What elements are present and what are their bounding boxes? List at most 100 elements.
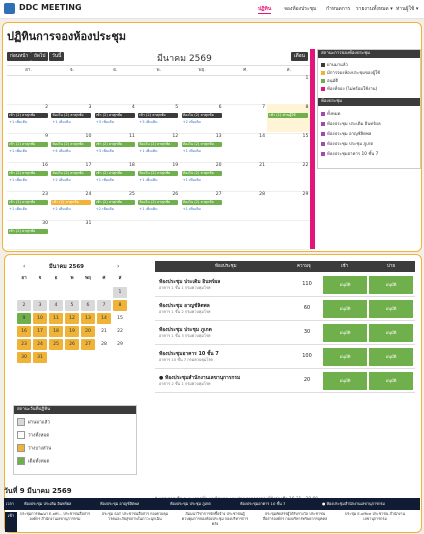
mini-day-cell[interactable]: 25 <box>49 339 63 350</box>
room-checkbox-icon[interactable] <box>321 111 325 116</box>
mini-day-cell[interactable]: 19 <box>65 326 79 337</box>
more-events-link[interactable]: +1 เพิ่มเติม <box>139 148 157 154</box>
mini-day-cell[interactable]: 17 <box>33 326 47 337</box>
calendar-event[interactable]: เช้า (2) ลาศุกชัย <box>138 113 179 118</box>
mini-day-cell[interactable]: 30 <box>17 352 31 363</box>
calendar-event[interactable]: เช้า (2) ลาศุกชัย <box>94 171 135 176</box>
morning-slot-button[interactable]: อนุมัติ <box>323 300 367 318</box>
calendar-day-cell[interactable]: 26 <box>137 191 180 219</box>
mini-day-cell[interactable]: 6 <box>81 300 95 311</box>
calendar-event[interactable]: เช้า (2) ลาศุกชัย <box>8 171 48 176</box>
mini-day-cell[interactable]: 16 <box>17 326 31 337</box>
more-events-link[interactable]: +2 เพิ่มเติม <box>52 177 70 183</box>
mini-day-cell[interactable]: 21 <box>97 326 111 337</box>
mini-day-cell[interactable]: 18 <box>49 326 63 337</box>
mini-day-cell[interactable]: 29 <box>113 339 127 350</box>
calendar-day-cell[interactable]: 5 <box>137 104 180 132</box>
calendar-event[interactable]: เช้า (2) ลาศุกชัย <box>94 200 135 205</box>
mini-day-cell[interactable]: 12 <box>65 313 79 324</box>
calendar-day-cell[interactable]: 18 <box>94 162 137 190</box>
calendar-day-cell[interactable]: 9 <box>7 133 50 161</box>
next-month-button[interactable]: ถัดไป <box>31 52 49 61</box>
calendar-day-cell[interactable]: 17 <box>50 162 93 190</box>
calendar-event[interactable]: ห้องใน (2) ลาศุกชัย <box>181 113 222 118</box>
room-filter-item[interactable]: ทั้งหมด <box>321 110 340 117</box>
calendar-day-cell[interactable]: 28 <box>224 191 267 219</box>
calendar-event[interactable]: ห้องใน (2) ลาศุกชัย <box>138 142 179 147</box>
calendar-day-cell[interactable]: 19 <box>137 162 180 190</box>
more-events-link[interactable]: +2 เพิ่มเติม <box>183 119 201 125</box>
more-events-link[interactable]: +1 เพิ่มเติม <box>139 177 157 183</box>
calendar-day-cell[interactable]: 8 <box>267 104 311 132</box>
morning-slot-button[interactable]: อนุมัติ <box>323 372 367 390</box>
morning-slot-button[interactable]: อนุมัติ <box>323 348 367 366</box>
mini-day-cell[interactable]: 27 <box>81 339 95 350</box>
day-view-booking[interactable]: สัมมนาวิชาการจัดซื้อจ้าง ประชาชนผู้ควบคุ… <box>180 512 250 527</box>
afternoon-slot-button[interactable]: อนุมัติ <box>369 300 413 318</box>
calendar-event[interactable]: ห้องใน (2) ลาศุกชัย <box>181 171 222 176</box>
calendar-event[interactable]: ห้องใน (2) ลาศุกชัย <box>51 142 92 147</box>
more-events-link[interactable]: +1 เพิ่มเติม <box>183 148 201 154</box>
room-checkbox-icon[interactable] <box>321 121 325 126</box>
mini-next-button[interactable]: › <box>117 263 119 270</box>
more-events-link[interactable]: +2 เพิ่มเติม <box>52 206 70 212</box>
calendar-day-cell[interactable]: 22 <box>267 162 310 190</box>
calendar-event[interactable]: เช้า (2) ลาศุกชัย <box>8 113 48 118</box>
calendar-day-cell[interactable]: 12 <box>137 133 180 161</box>
calendar-event[interactable]: เช้า (2) ลาศุกชัย <box>8 229 48 234</box>
nav-user-dropdown[interactable]: ท่านผู้ใช้ ▾ <box>396 5 418 13</box>
day-view-booking[interactable]: ประชุมคัดสรรผู้ได้รับรางวัล ประชาชนสื่อส… <box>260 512 330 522</box>
afternoon-slot-button[interactable]: อนุมัติ <box>369 324 413 342</box>
calendar-day-cell[interactable]: 7 <box>224 104 267 132</box>
room-checkbox-icon[interactable] <box>321 131 325 136</box>
mini-day-cell[interactable]: 26 <box>65 339 79 350</box>
mini-day-cell[interactable]: 31 <box>33 352 47 363</box>
mini-day-cell[interactable]: 15 <box>113 313 127 324</box>
more-events-link[interactable]: +1 เพิ่มเติม <box>9 148 27 154</box>
calendar-event[interactable]: เช้า (2) ลาศุกชัย <box>51 200 92 205</box>
afternoon-slot-button[interactable]: อนุมัติ <box>369 348 413 366</box>
mini-day-cell[interactable]: 5 <box>65 300 79 311</box>
calendar-day-cell[interactable]: 31 <box>50 220 93 248</box>
more-events-link[interactable]: +1 เพิ่มเติม <box>96 177 114 183</box>
calendar-event[interactable]: เช้า (2) ลาศุกชัย <box>94 113 135 118</box>
calendar-day-cell[interactable]: 6 <box>181 104 224 132</box>
more-events-link[interactable]: +1 เพิ่มเติม <box>183 206 201 212</box>
mini-day-cell[interactable]: 8 <box>113 300 127 311</box>
more-events-link[interactable]: +3 เพิ่มเติม <box>96 148 114 154</box>
room-filter-item[interactable]: ห้องประชุม ประเดิม อินทร์ผล <box>321 120 381 127</box>
more-events-link[interactable]: +1 เพิ่มเติม <box>52 119 70 125</box>
mini-day-cell[interactable]: 10 <box>33 313 47 324</box>
calendar-day-cell[interactable]: 30 <box>7 220 50 248</box>
more-events-link[interactable]: +4 เพิ่มเติม <box>52 148 70 154</box>
mini-day-cell[interactable]: 28 <box>97 339 111 350</box>
calendar-event[interactable]: เช้า (2) ลาศุกชัย <box>94 142 135 147</box>
nav-booking-link[interactable]: จองห้องประชุม <box>284 5 316 13</box>
day-view-booking[interactable]: ประชุมการพัฒนา E-offi... ประชาชนสื่อสารอ… <box>20 512 90 522</box>
calendar-day-cell[interactable]: 16 <box>7 162 50 190</box>
mini-day-cell[interactable]: 11 <box>49 313 63 324</box>
mini-day-cell[interactable]: 20 <box>81 326 95 337</box>
more-events-link[interactable]: +1 เพิ่มเติม <box>9 206 27 212</box>
month-view-button[interactable]: เดือน <box>291 52 308 61</box>
calendar-day-cell[interactable]: 20 <box>181 162 224 190</box>
calendar-day-cell[interactable]: 21 <box>224 162 267 190</box>
room-filter-item[interactable]: ห้องประชุมอาคาร 10 ชั้น 7 <box>321 150 378 157</box>
calendar-day-cell[interactable]: 2 <box>7 104 50 132</box>
calendar-event[interactable]: ห้องใน (2) ลาศุกชัย <box>51 113 92 118</box>
more-events-link[interactable]: +3 เพิ่มเติม <box>139 119 157 125</box>
mini-day-cell[interactable]: 2 <box>17 300 31 311</box>
room-checkbox-icon[interactable] <box>321 151 325 156</box>
mini-day-cell[interactable]: 1 <box>113 287 127 298</box>
prev-month-button[interactable]: ก่อนหน้า <box>7 52 32 61</box>
calendar-day-cell[interactable]: 13 <box>181 133 224 161</box>
calendar-event[interactable]: ห้องใน (2) ลาศุกชัย <box>138 200 179 205</box>
afternoon-slot-button[interactable]: อนุมัติ <box>369 276 413 294</box>
calendar-event[interactable]: ห้องใน (2) ลาศุกชัย <box>51 171 92 176</box>
calendar-day-cell[interactable]: 11 <box>94 133 137 161</box>
calendar-day-cell[interactable]: 24 <box>50 191 93 219</box>
calendar-day-cell[interactable]: 29 <box>267 191 310 219</box>
calendar-day-cell[interactable]: 23 <box>7 191 50 219</box>
mini-prev-button[interactable]: ‹ <box>23 263 25 270</box>
afternoon-slot-button[interactable]: อนุมัติ <box>369 372 413 390</box>
